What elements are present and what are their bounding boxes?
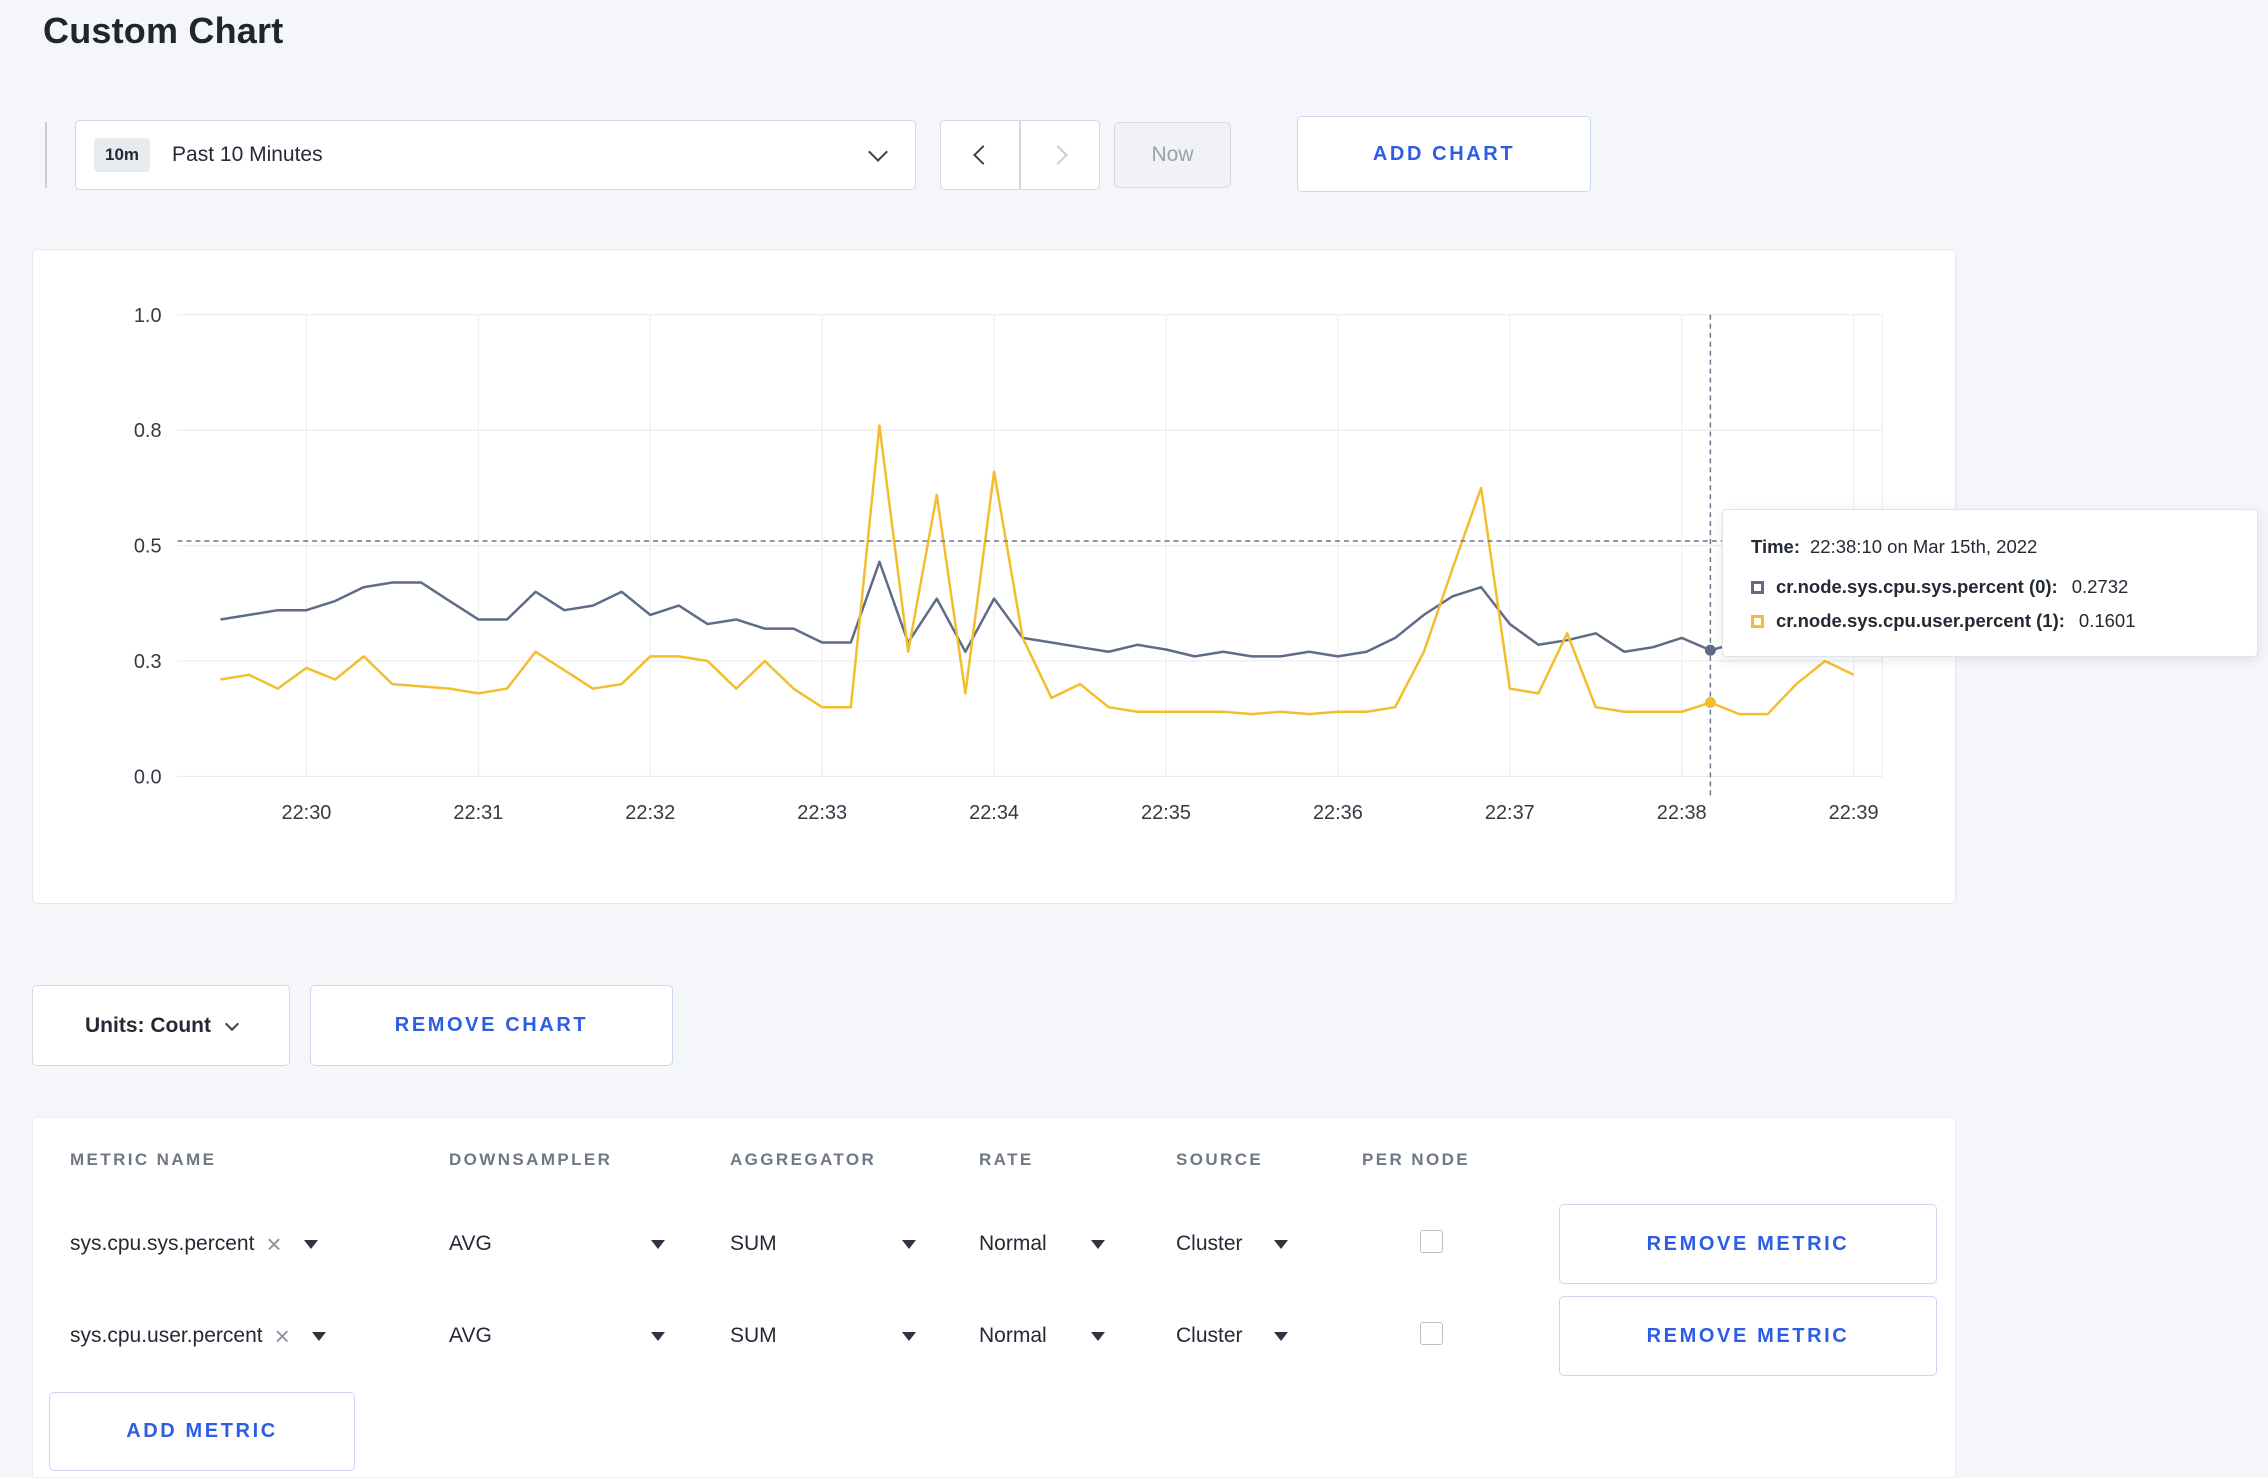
page-title: Custom Chart <box>43 10 284 51</box>
series-swatch-icon <box>1751 614 1764 628</box>
add-metric-button[interactable]: ADD METRIC <box>49 1392 355 1471</box>
caret-down-icon <box>902 1331 916 1341</box>
svg-text:0.8: 0.8 <box>134 420 162 442</box>
time-window-dropdown[interactable]: 10m Past 10 Minutes <box>75 120 916 190</box>
tooltip-time: Time: 22:38:10 on Mar 15th, 2022 <box>1751 536 2229 558</box>
metric-name-dropdown[interactable]: sys.cpu.user.percent × <box>70 1323 449 1349</box>
downsampler-select[interactable]: AVG <box>449 1232 665 1256</box>
time-range-pager <box>940 120 1100 190</box>
svg-text:22:34: 22:34 <box>969 802 1019 824</box>
aggregator-value: SUM <box>730 1232 777 1255</box>
svg-text:22:37: 22:37 <box>1485 802 1535 824</box>
tooltip-series-row: cr.node.sys.cpu.user.percent (1): 0.1601 <box>1751 610 2229 632</box>
caret-down-icon <box>651 1239 665 1249</box>
tooltip-series-value: 0.2732 <box>2071 576 2129 597</box>
remove-metric-button[interactable]: REMOVE METRIC <box>1559 1204 1937 1284</box>
add-chart-button[interactable]: ADD CHART <box>1297 116 1591 192</box>
chart-tooltip: Time: 22:38:10 on Mar 15th, 2022 cr.node.… <box>1722 509 2258 657</box>
chevron-down-icon <box>224 1016 240 1031</box>
tooltip-series-value: 0.1601 <box>2078 610 2136 631</box>
clear-metric-icon[interactable]: × <box>275 1323 290 1349</box>
aggregator-select[interactable]: SUM <box>730 1324 916 1348</box>
series-swatch-icon <box>1751 580 1764 594</box>
header-source: SOURCE <box>1176 1150 1264 1169</box>
svg-text:0.3: 0.3 <box>134 651 162 673</box>
next-range-button[interactable] <box>1020 120 1100 190</box>
tooltip-series-name: cr.node.sys.cpu.sys.percent (0): <box>1776 576 2058 597</box>
metric-row: sys.cpu.sys.percent × AVG SUM Normal Clu… <box>33 1198 1955 1290</box>
caret-down-icon <box>902 1239 916 1249</box>
source-select[interactable]: Cluster <box>1176 1324 1288 1348</box>
metric-name-value: sys.cpu.sys.percent <box>70 1232 255 1255</box>
svg-text:0.0: 0.0 <box>134 766 162 788</box>
svg-text:22:31: 22:31 <box>453 802 503 824</box>
metric-name-dropdown[interactable]: sys.cpu.sys.percent × <box>70 1231 449 1257</box>
metric-row: sys.cpu.user.percent × AVG SUM Normal Cl… <box>33 1290 1955 1382</box>
chevron-down-icon <box>868 141 888 162</box>
svg-text:22:39: 22:39 <box>1829 802 1879 824</box>
remove-metric-button[interactable]: REMOVE METRIC <box>1559 1296 1937 1376</box>
units-label: Units: Count <box>85 1013 211 1037</box>
header-metric-name: METRIC NAME <box>70 1150 217 1169</box>
header-per-node: PER NODE <box>1362 1150 1470 1169</box>
tooltip-time-label: Time: <box>1751 536 1801 557</box>
rate-value: Normal <box>979 1324 1047 1347</box>
chevron-right-icon <box>1047 145 1068 165</box>
svg-text:22:38: 22:38 <box>1657 802 1707 824</box>
custom-chart-page: { "page": { "title": "Custom Chart" }, "… <box>0 0 2268 1478</box>
caret-down-icon <box>1091 1331 1105 1341</box>
clear-metric-icon[interactable]: × <box>266 1231 281 1257</box>
downsampler-value: AVG <box>449 1324 492 1347</box>
tooltip-time-value: 22:38:10 on Mar 15th, 2022 <box>1810 536 2038 557</box>
per-node-checkbox[interactable] <box>1420 1322 1443 1345</box>
per-node-checkbox[interactable] <box>1420 1230 1443 1253</box>
caret-down-icon <box>1274 1331 1288 1341</box>
time-window-label: Past 10 Minutes <box>172 143 323 166</box>
caret-down-icon <box>1091 1239 1105 1249</box>
chevron-left-icon <box>972 145 993 165</box>
chart-panel: 0.0 0.3 0.5 0.8 1.0 22:30 22:31 22:32 22:33 22:34… <box>32 249 1956 904</box>
header-downsampler: DOWNSAMPLER <box>449 1150 613 1169</box>
source-value: Cluster <box>1176 1324 1243 1347</box>
svg-text:22:33: 22:33 <box>797 802 847 824</box>
rate-select[interactable]: Normal <box>979 1324 1105 1348</box>
line-chart[interactable]: 0.0 0.3 0.5 0.8 1.0 22:30 22:31 22:32 22:33 22:34… <box>33 250 1955 903</box>
svg-text:22:36: 22:36 <box>1313 802 1363 824</box>
svg-text:22:35: 22:35 <box>1141 802 1191 824</box>
header-rate: RATE <box>979 1150 1034 1169</box>
units-dropdown[interactable]: Units: Count <box>32 985 290 1066</box>
svg-text:1.0: 1.0 <box>134 305 162 327</box>
time-window-badge: 10m <box>94 138 151 172</box>
metric-name-value: sys.cpu.user.percent <box>70 1324 263 1347</box>
rate-value: Normal <box>979 1232 1047 1255</box>
now-button[interactable]: Now <box>1114 122 1231 188</box>
header-aggregator: AGGREGATOR <box>730 1150 877 1169</box>
caret-down-icon <box>1274 1239 1288 1249</box>
svg-text:22:32: 22:32 <box>625 802 675 824</box>
caret-down-icon <box>311 1331 326 1341</box>
downsampler-select[interactable]: AVG <box>449 1324 665 1348</box>
metrics-table: METRIC NAME DOWNSAMPLER AGGREGATOR RATE … <box>32 1117 1956 1478</box>
toolbar-left-divider <box>45 122 47 188</box>
downsampler-value: AVG <box>449 1232 492 1255</box>
tooltip-series-name: cr.node.sys.cpu.user.percent (1): <box>1776 610 2065 631</box>
tooltip-rows: cr.node.sys.cpu.sys.percent (0): 0.2732 cr… <box>1751 576 2229 632</box>
source-value: Cluster <box>1176 1232 1243 1255</box>
prev-range-button[interactable] <box>940 120 1020 190</box>
tooltip-series-row: cr.node.sys.cpu.sys.percent (0): 0.2732 <box>1751 576 2229 598</box>
svg-text:0.5: 0.5 <box>134 536 162 558</box>
metrics-table-header: METRIC NAME DOWNSAMPLER AGGREGATOR RATE … <box>33 1118 1955 1198</box>
aggregator-value: SUM <box>730 1324 777 1347</box>
metrics-table-body: sys.cpu.sys.percent × AVG SUM Normal Clu… <box>33 1198 1955 1382</box>
source-select[interactable]: Cluster <box>1176 1232 1288 1256</box>
remove-chart-button[interactable]: REMOVE CHART <box>310 985 673 1066</box>
rate-select[interactable]: Normal <box>979 1232 1105 1256</box>
svg-text:22:30: 22:30 <box>282 802 332 824</box>
aggregator-select[interactable]: SUM <box>730 1232 916 1256</box>
caret-down-icon <box>303 1239 318 1249</box>
caret-down-icon <box>651 1331 665 1341</box>
